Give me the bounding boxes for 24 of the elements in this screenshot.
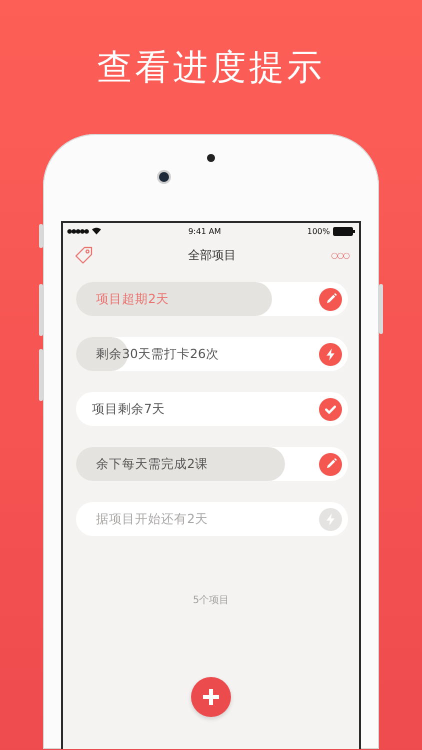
action-button[interactable] [319, 398, 342, 420]
action-button[interactable] [319, 342, 342, 366]
action-button[interactable] [319, 452, 342, 476]
status-time: 9:41 AM [188, 226, 222, 236]
tag-icon[interactable] [75, 246, 93, 264]
add-button[interactable] [191, 677, 231, 717]
project-label: 项目剩余7天 [92, 400, 165, 418]
project-row[interactable]: 剩余30天需打卡26次 [76, 337, 348, 371]
project-label: 据项目开始还有2天 [96, 510, 208, 528]
project-row[interactable]: 项目剩余7天 [76, 392, 348, 426]
project-count: 5个项目 [192, 594, 230, 607]
action-button[interactable] [319, 288, 342, 310]
battery-icon [332, 226, 355, 236]
plus-icon [201, 687, 221, 707]
wifi-icon [91, 227, 102, 235]
project-label: 余下每天需完成2课 [96, 456, 208, 472]
battery-percent: 100% [307, 226, 330, 236]
nav-title: 全部项目 [188, 246, 236, 264]
project-label: 剩余30天需打卡26次 [96, 346, 219, 362]
speaker-grille [207, 154, 215, 162]
headline: 查看进度提示 [97, 47, 325, 90]
project-label: 项目超期2天 [96, 290, 169, 308]
camera-lens [159, 172, 169, 182]
project-row[interactable]: 余下每天需完成2课 [76, 447, 348, 481]
